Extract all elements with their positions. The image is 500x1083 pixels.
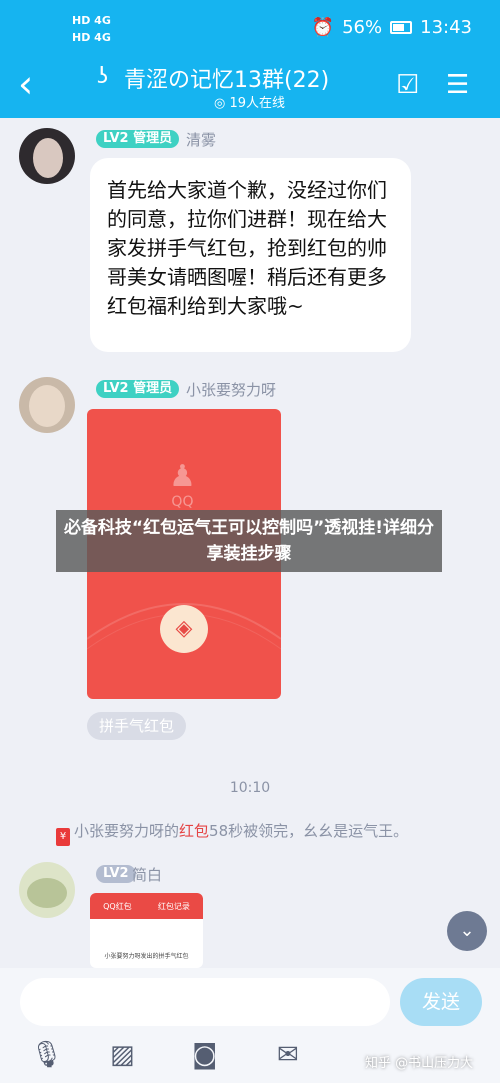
system-message: ¥ 小张要努力呀的红包58秒被领完，幺幺是运气王。 — [56, 820, 408, 846]
status-bar: HD 4G HD 4G ⏰ 56% 13:43 — [0, 0, 500, 58]
signal-indicator: HD 4G HD 4G — [72, 12, 111, 46]
level-badge: LV2 管理员 — [96, 130, 180, 148]
menu-icon[interactable]: ☰ — [446, 70, 469, 100]
screenshot-card[interactable]: QQ红包 红包记录 小张要努力呀发出的拼手气红包 — [90, 893, 203, 968]
red-packet-link[interactable]: 红包 — [179, 822, 209, 840]
packet-type-label: 拼手气红包 — [87, 712, 187, 740]
watermark: 知乎 @书山压力大 — [365, 1056, 474, 1071]
calendar-check-icon[interactable]: ☑ — [396, 70, 419, 100]
members-online-label: 19人在线 — [229, 96, 286, 111]
red-packet-tool-icon[interactable]: ✉ — [277, 1040, 299, 1070]
ear-icon[interactable]: ʖ — [97, 64, 108, 89]
battery-icon — [390, 21, 413, 34]
red-packet-icon: ¥ — [56, 828, 70, 846]
system-text: 58秒被领完，幺幺是运气王。 — [209, 822, 409, 840]
members-online: ◎ 19人在线 — [214, 92, 285, 111]
battery-percent: 56% — [342, 17, 383, 38]
back-button[interactable]: ‹ — [18, 64, 33, 104]
signal-2-label: HD 4G — [72, 31, 111, 44]
send-button[interactable]: 发送 — [400, 978, 482, 1026]
role-label: 管理员 — [133, 131, 173, 146]
title-bar: ‹ ʖ 青涩の记忆13群(22) ◎ 19人在线 ☑ ☰ — [0, 58, 500, 118]
sender-name: 清雾 — [186, 131, 217, 149]
signal-1-label: HD 4G — [72, 14, 111, 27]
qq-logo-label: QQ — [171, 494, 194, 510]
microphone-icon[interactable]: 🎙 — [30, 1040, 63, 1070]
sender-name: 小张要努力呀 — [186, 381, 277, 399]
message-input[interactable] — [20, 978, 390, 1026]
avatar[interactable] — [19, 377, 75, 433]
input-bar: 发送 🎙 ▨ ◙ ✉ 知乎 @书山压力大 — [0, 968, 500, 1083]
level-label: LV2 — [103, 866, 129, 881]
level-badge: LV2 — [96, 865, 136, 883]
page-title[interactable]: 青涩の记忆13群(22) — [124, 62, 329, 94]
penguin-icon: ♟ — [169, 459, 196, 494]
level-label: LV2 — [103, 131, 129, 146]
status-right: ⏰ 56% 13:43 — [312, 17, 472, 38]
alarm-icon: ⏰ — [311, 17, 335, 38]
card-header: QQ红包 红包记录 — [90, 893, 203, 919]
card-caption: 小张要努力呀发出的拼手气红包 — [104, 953, 189, 960]
coin-icon: ◈ — [160, 605, 208, 653]
message-text: 首先给大家道个歉，没经过你们的同意，拉你们进群！现在给大家发拼手气红包，抢到红包… — [107, 178, 387, 318]
card-tab: QQ红包 — [103, 901, 132, 911]
online-icon: ◎ — [214, 96, 226, 111]
level-badge: LV2 管理员 — [96, 380, 180, 398]
qq-logo: ♟ QQ — [169, 459, 196, 510]
timestamp: 10:10 — [229, 780, 271, 796]
level-label: LV2 — [103, 381, 129, 396]
system-name: 小张要努力呀的 — [74, 822, 180, 840]
card-tab: 红包记录 — [157, 901, 190, 911]
avatar[interactable] — [19, 128, 75, 184]
role-label: 管理员 — [133, 381, 173, 396]
overlay-banner: 必备科技“红包运气王可以控制吗”透视挂!详细分享装挂步骤 — [56, 510, 442, 572]
avatar[interactable] — [19, 862, 75, 918]
image-icon[interactable]: ▨ — [110, 1040, 135, 1070]
sender-name: 简白 — [132, 866, 163, 884]
camera-icon[interactable]: ◙ — [192, 1040, 217, 1070]
scroll-down-button[interactable]: ⌄ — [447, 911, 487, 951]
clock: 13:43 — [420, 17, 472, 38]
